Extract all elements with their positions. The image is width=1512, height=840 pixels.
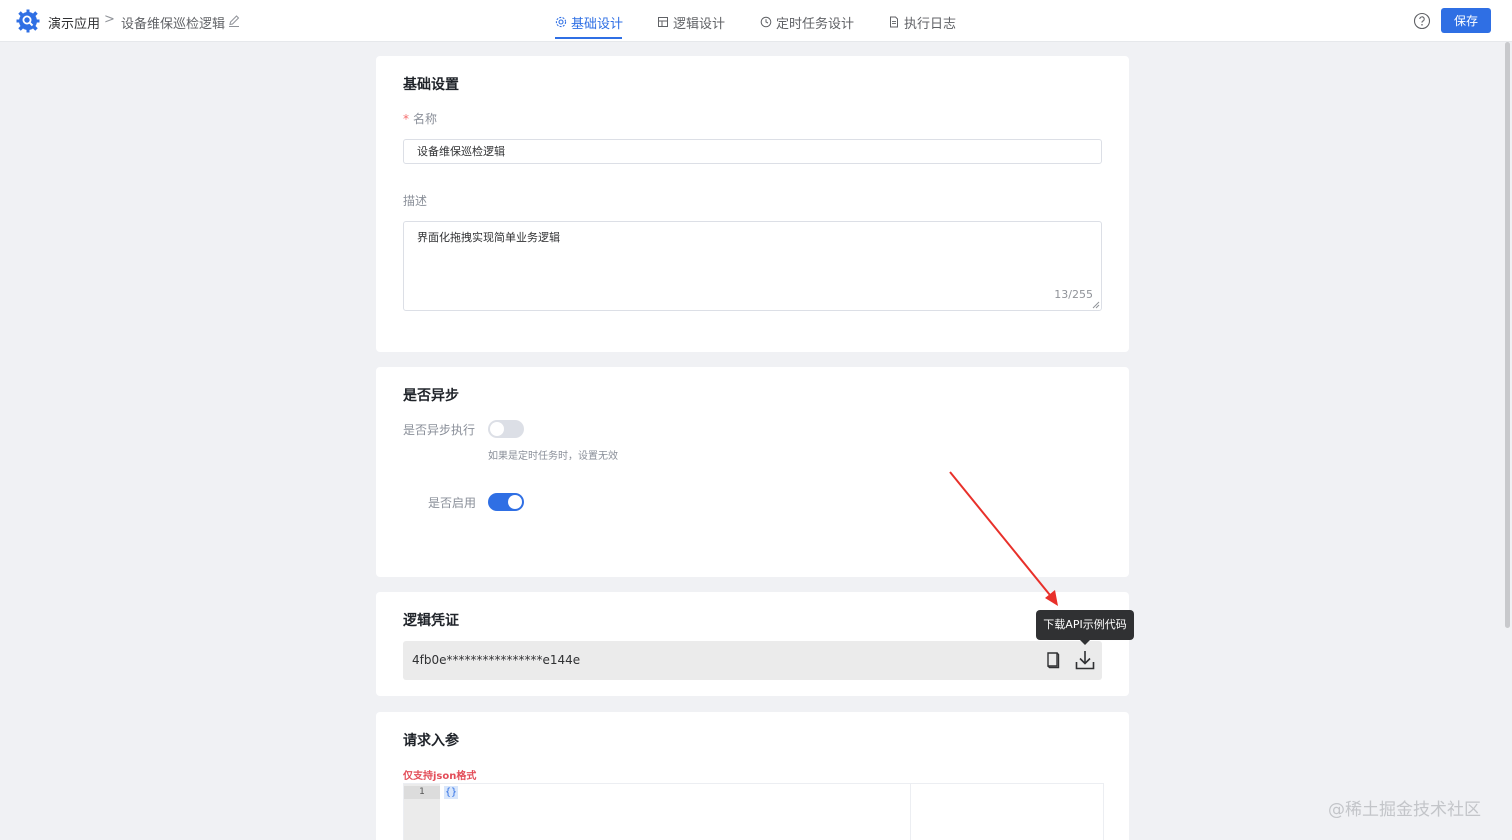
json-format-note: 仅支持json格式 xyxy=(403,771,477,782)
section-title: 基础设置 xyxy=(403,77,459,93)
tab-execution-log[interactable]: 执行日志 xyxy=(888,13,957,32)
async-hint: 如果是定时任务时，设置无效 xyxy=(488,451,618,462)
switch-knob xyxy=(508,495,522,509)
top-bar: 演示应用 > 设备维保巡检逻辑 基础设计 逻辑设计 定时任务设计 执行日志 保存 xyxy=(0,0,1512,42)
line-number: 1 xyxy=(404,786,440,799)
breadcrumb-separator: > xyxy=(104,12,115,27)
tab-label: 定时任务设计 xyxy=(776,16,855,32)
watermark: @稀土掘金技术社区 xyxy=(1328,800,1481,820)
required-mark: * xyxy=(403,112,409,126)
line-gutter: 1 xyxy=(404,784,440,840)
page-scrollbar[interactable] xyxy=(1505,42,1510,840)
section-title: 请求入参 xyxy=(403,733,459,749)
token-field: 4fb0e****************e144e xyxy=(403,641,1102,680)
section-title: 是否异步 xyxy=(403,388,459,404)
layout-icon xyxy=(658,17,668,27)
enable-label: 是否启用 xyxy=(428,496,477,510)
copy-icon[interactable] xyxy=(1043,650,1063,670)
tab-label: 基础设计 xyxy=(571,16,624,32)
annotation-arrow-icon xyxy=(949,471,1058,606)
app-logo-icon[interactable] xyxy=(16,9,40,33)
tab-schedule-design[interactable]: 定时任务设计 xyxy=(760,13,855,32)
edit-icon[interactable] xyxy=(227,14,241,28)
char-count: 13/255 xyxy=(1054,288,1093,301)
description-textarea[interactable]: 界面化拖拽实现简单业务逻辑 13/255 xyxy=(403,221,1102,311)
code-line[interactable]: {} xyxy=(444,786,459,799)
save-button[interactable]: 保存 xyxy=(1441,8,1491,33)
async-label: 是否异步执行 xyxy=(403,423,476,437)
enable-switch[interactable] xyxy=(488,493,524,511)
clock-icon xyxy=(760,16,772,28)
gear-icon xyxy=(555,16,567,28)
async-switch[interactable] xyxy=(488,420,524,438)
tab-label: 逻辑设计 xyxy=(673,16,726,32)
scrollbar-thumb[interactable] xyxy=(1505,42,1510,628)
resize-handle-icon[interactable] xyxy=(1092,301,1100,309)
editor-side-panel xyxy=(911,783,1104,840)
tab-basic-design[interactable]: 基础设计 xyxy=(555,13,624,32)
json-editor[interactable]: 1 {} xyxy=(403,783,911,840)
name-input[interactable]: 设备维保巡检逻辑 xyxy=(403,139,1102,164)
basic-settings-card: 基础设置 * 名称 设备维保巡检逻辑 描述 界面化拖拽实现简单业务逻辑 13/25… xyxy=(376,56,1129,352)
tab-logic-design[interactable]: 逻辑设计 xyxy=(657,13,726,32)
description-text: 界面化拖拽实现简单业务逻辑 xyxy=(417,231,560,244)
token-value: 4fb0e****************e144e xyxy=(412,653,581,667)
document-icon xyxy=(890,16,898,28)
download-icon[interactable] xyxy=(1074,649,1096,671)
help-icon[interactable] xyxy=(1413,12,1431,30)
tooltip-arrow xyxy=(1079,639,1091,645)
request-params-card: 请求入参 仅支持json格式 1 {} xyxy=(376,712,1129,840)
active-tab-indicator xyxy=(555,37,622,39)
tab-label: 执行日志 xyxy=(904,16,957,32)
description-label: 描述 xyxy=(403,194,428,208)
section-title: 逻辑凭证 xyxy=(403,613,459,629)
switch-knob xyxy=(490,422,504,436)
breadcrumb-page: 设备维保巡检逻辑 xyxy=(121,17,226,32)
breadcrumb-app[interactable]: 演示应用 xyxy=(48,13,100,32)
name-label: * 名称 xyxy=(403,112,438,126)
